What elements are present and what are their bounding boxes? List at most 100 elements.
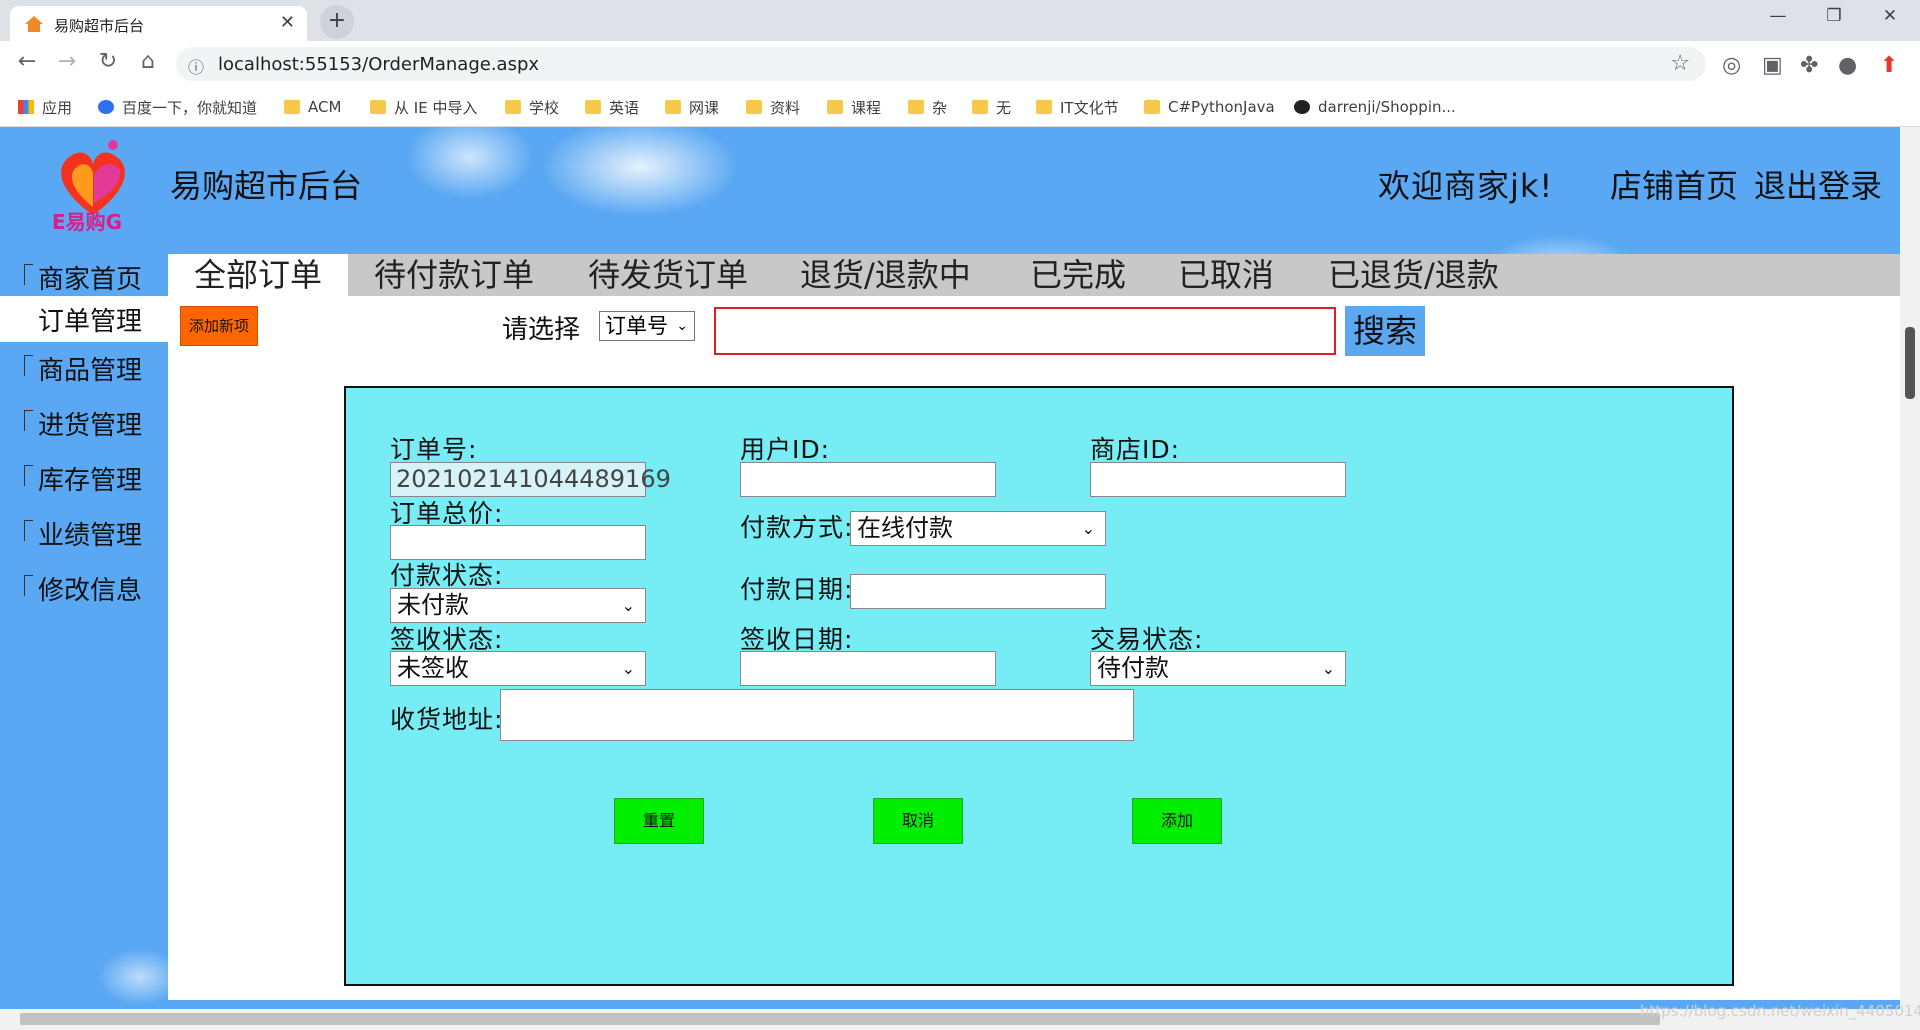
- sidebar-item-purchase-management[interactable]: 进货管理: [0, 400, 168, 446]
- scrollbar-thumb[interactable]: [20, 1013, 1660, 1025]
- tree-branch-icon: [24, 264, 33, 285]
- tab-returned[interactable]: 已退货/退款: [1328, 254, 1499, 296]
- logo-text: E易购G: [52, 210, 122, 233]
- browser-tab-title: 易购超市后台: [54, 17, 145, 35]
- address-bar[interactable]: ⓘ localhost:55153/OrderManage.aspx ☆: [176, 47, 1706, 81]
- trade-status-value: 待付款: [1097, 654, 1169, 682]
- close-icon[interactable]: ✕: [280, 12, 295, 33]
- tab-cancelled[interactable]: 已取消: [1178, 254, 1274, 296]
- sidebar-item-edit-info[interactable]: 修改信息: [0, 565, 168, 611]
- bookmark-folder[interactable]: 无: [972, 95, 1011, 119]
- forward-icon[interactable]: →: [51, 49, 83, 74]
- order-no-field[interactable]: 202102141044489169: [390, 462, 671, 497]
- sidebar-item-inventory-management[interactable]: 库存管理: [0, 455, 168, 501]
- tab-pending-shipment[interactable]: 待发货订单: [588, 254, 748, 296]
- info-icon[interactable]: ⓘ: [188, 54, 204, 78]
- bookmark-github[interactable]: darrenji/Shoppin...: [1294, 95, 1456, 119]
- tree-branch-icon: [24, 520, 33, 541]
- chevron-down-icon: ⌄: [621, 659, 635, 678]
- add-new-button[interactable]: 添加新项: [180, 306, 258, 346]
- shop-id-field[interactable]: [1090, 462, 1346, 497]
- search-field-value: 订单号: [605, 314, 668, 338]
- site-title: 易购超市后台: [170, 167, 363, 205]
- sidebar-item-order-management[interactable]: 订单管理: [0, 296, 168, 342]
- tree-branch-icon: [24, 410, 33, 431]
- shop-id-label: 商店ID:: [1090, 435, 1181, 464]
- browser-tab[interactable]: 易购超市后台 ✕: [10, 6, 307, 41]
- bookmark-star-icon[interactable]: ☆: [1670, 51, 1690, 76]
- tab-all-orders[interactable]: 全部订单: [168, 254, 348, 296]
- pay-method-value: 在线付款: [857, 514, 953, 542]
- folder-icon: [908, 100, 924, 114]
- bookmark-baidu[interactable]: 百度一下，你就知道: [98, 95, 257, 119]
- reload-icon[interactable]: ↻: [92, 49, 124, 74]
- url-text[interactable]: localhost:55153/OrderManage.aspx: [218, 54, 539, 75]
- bookmark-folder[interactable]: 英语: [585, 95, 639, 119]
- page-viewport: E易购G 易购超市后台 欢迎商家jk! 店铺首页 退出登录 商家首页 订单管理 …: [0, 127, 1900, 1009]
- select-label: 请选择: [502, 315, 581, 345]
- shop-home-link[interactable]: 店铺首页: [1610, 161, 1738, 207]
- sidebar-item-merchant-home[interactable]: 商家首页: [0, 254, 168, 300]
- pay-date-field[interactable]: [850, 574, 1106, 609]
- extension-icon[interactable]: ◎: [1722, 53, 1741, 78]
- sign-date-field[interactable]: [740, 651, 996, 686]
- sign-status-select[interactable]: 未签收 ⌄: [390, 651, 646, 686]
- reset-button[interactable]: 重置: [614, 798, 704, 844]
- trade-status-select[interactable]: 待付款 ⌄: [1090, 651, 1346, 686]
- back-icon[interactable]: ←: [11, 49, 43, 74]
- update-icon[interactable]: ⬆: [1880, 53, 1898, 78]
- window-close-icon[interactable]: ✕: [1860, 6, 1920, 26]
- cancel-button[interactable]: 取消: [873, 798, 963, 844]
- folder-icon: [665, 100, 681, 114]
- user-id-field[interactable]: [740, 462, 996, 497]
- address-field[interactable]: [500, 689, 1134, 741]
- new-tab-icon[interactable]: +: [320, 5, 354, 39]
- shop-logo: E易购G: [52, 140, 125, 233]
- tree-branch-icon: [24, 465, 33, 486]
- bookmark-folder[interactable]: 课程: [827, 95, 881, 119]
- pay-status-select[interactable]: 未付款 ⌄: [390, 588, 646, 623]
- tab-pending-payment[interactable]: 待付款订单: [374, 254, 534, 296]
- browser-toolbar: ← → ↻ ⌂ ⓘ localhost:55153/OrderManage.as…: [0, 41, 1920, 88]
- search-field-select[interactable]: 订单号 ⌄: [599, 311, 695, 341]
- puzzle-icon[interactable]: ✤: [1800, 53, 1818, 78]
- restore-icon[interactable]: ❐: [1804, 6, 1864, 26]
- home-favicon-icon: [25, 16, 43, 32]
- pay-method-select[interactable]: 在线付款 ⌄: [850, 511, 1106, 546]
- vertical-scrollbar[interactable]: [1900, 127, 1920, 1009]
- bookmark-folder[interactable]: 网课: [665, 95, 719, 119]
- bookmark-folder[interactable]: 学校: [505, 95, 559, 119]
- sidebar-item-performance-management[interactable]: 业绩管理: [0, 510, 168, 556]
- bookmark-folder[interactable]: 资料: [746, 95, 800, 119]
- sidebar: 商家首页 订单管理 商品管理 进货管理 库存管理 业绩管理 修改信息: [0, 254, 168, 1009]
- baidu-paw-icon: [98, 100, 114, 114]
- bookmark-folder[interactable]: C#PythonJava: [1144, 95, 1275, 119]
- scrollbar-thumb[interactable]: [1905, 327, 1915, 399]
- sign-status-value: 未签收: [397, 654, 469, 682]
- bookmark-apps[interactable]: 应用: [18, 95, 72, 119]
- folder-icon: [370, 100, 386, 114]
- search-input[interactable]: [714, 307, 1336, 355]
- minimize-icon[interactable]: —: [1748, 6, 1808, 26]
- tab-returning[interactable]: 退货/退款中: [800, 254, 971, 296]
- tab-completed[interactable]: 已完成: [1030, 254, 1126, 296]
- sidebar-item-product-management[interactable]: 商品管理: [0, 345, 168, 391]
- bookmark-folder[interactable]: IT文化节: [1036, 95, 1119, 119]
- search-button[interactable]: 搜索: [1345, 306, 1425, 356]
- logout-link[interactable]: 退出登录: [1754, 161, 1882, 207]
- folder-icon: [284, 100, 300, 114]
- bookmark-folder[interactable]: ACM: [284, 95, 341, 119]
- folder-icon: [746, 100, 762, 114]
- folder-icon: [1144, 100, 1160, 114]
- folder-icon: [585, 100, 601, 114]
- total-price-field[interactable]: [390, 525, 646, 560]
- extension-badge-icon[interactable]: ▣: [1762, 53, 1783, 78]
- add-button[interactable]: 添加: [1132, 798, 1222, 844]
- main-panel: 全部订单 待付款订单 待发货订单 退货/退款中 已完成 已取消 已退货/退款 添…: [168, 254, 1900, 1000]
- horizontal-scrollbar[interactable]: [0, 1009, 1920, 1030]
- bookmark-folder[interactable]: 杂: [908, 95, 947, 119]
- bookmark-folder[interactable]: 从 IE 中导入: [370, 95, 477, 119]
- profile-avatar-icon[interactable]: ●: [1838, 53, 1857, 78]
- folder-icon: [1036, 100, 1052, 114]
- home-icon[interactable]: ⌂: [132, 49, 164, 74]
